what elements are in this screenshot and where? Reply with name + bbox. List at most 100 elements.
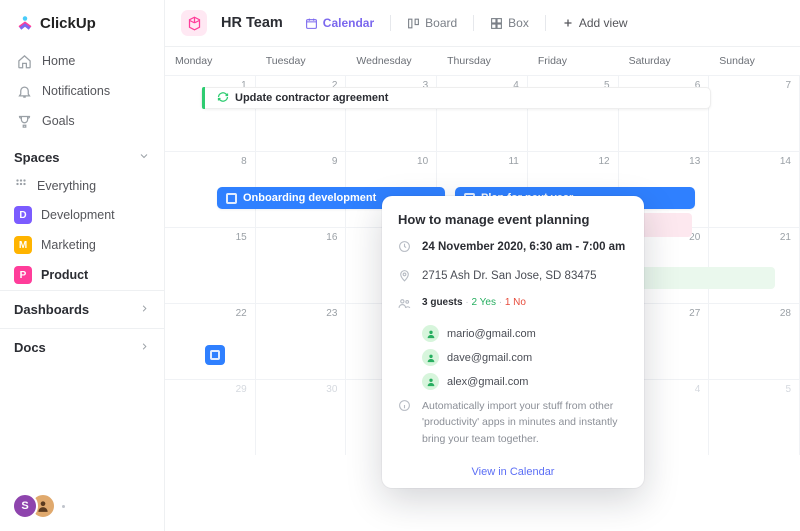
event-popover: How to manage event planning 24 November…	[382, 196, 644, 488]
sidebar-label: Goals	[42, 114, 75, 128]
tab-label: Add view	[579, 16, 628, 30]
calendar-cell[interactable]: 22	[165, 303, 256, 379]
popover-time: 24 November 2020, 6:30 am - 7:00 am	[422, 239, 625, 256]
chevron-right-icon	[139, 340, 150, 355]
sidebar: ClickUp Home Notifications Goals Spaces …	[0, 0, 165, 531]
calendar-cell[interactable]: 7	[709, 75, 800, 151]
sidebar-item-home[interactable]: Home	[6, 46, 158, 76]
popover-guests-row: 3 guests · 2 Yes · 1 No	[398, 296, 628, 316]
tab-label: Box	[508, 16, 529, 30]
sidebar-label: Home	[42, 54, 75, 68]
board-icon	[407, 17, 420, 30]
people-icon	[398, 297, 412, 316]
space-badge: D	[14, 206, 32, 224]
popover-desc-row: Automatically import your stuff from oth…	[398, 398, 628, 447]
divider	[390, 15, 391, 31]
space-badge: P	[14, 266, 32, 284]
weekday: Saturday	[619, 47, 710, 75]
popover-guest-list: mario@gmail.com dave@gmail.com alex@gmai…	[422, 325, 628, 390]
event-start-icon[interactable]	[205, 345, 225, 365]
event-contractor[interactable]: Update contractor agreement	[201, 87, 711, 109]
calendar-icon	[305, 17, 318, 30]
event-label: Onboarding development	[243, 192, 376, 204]
popover-time-row: 24 November 2020, 6:30 am - 7:00 am	[398, 239, 628, 259]
logo[interactable]: ClickUp	[0, 0, 164, 42]
calendar-cell[interactable]: 15	[165, 227, 256, 303]
checkbox-icon	[226, 193, 237, 204]
trophy-icon	[16, 113, 32, 129]
grid-icon	[14, 177, 28, 194]
sidebar-item-product[interactable]: P Product	[0, 260, 164, 290]
sidebar-item-goals[interactable]: Goals	[6, 106, 158, 136]
calendar-cell[interactable]: 14	[709, 151, 800, 227]
tab-board[interactable]: Board	[405, 12, 459, 34]
guest-email: dave@gmail.com	[447, 352, 532, 364]
avatar-icon	[422, 325, 439, 342]
guest-item[interactable]: dave@gmail.com	[422, 349, 628, 366]
team-title: HR Team	[221, 15, 283, 31]
sidebar-item-dashboards[interactable]: Dashboards	[0, 290, 164, 328]
popover-location: 2715 Ash Dr. San Jose, SD 83475	[422, 268, 597, 285]
weekday: Monday	[165, 47, 256, 75]
bell-icon	[16, 83, 32, 99]
sidebar-label: Marketing	[41, 238, 96, 252]
box-icon	[490, 17, 503, 30]
sidebar-item-marketing[interactable]: M Marketing	[0, 230, 164, 260]
location-icon	[398, 269, 412, 288]
guest-item[interactable]: alex@gmail.com	[422, 373, 628, 390]
calendar-cell[interactable]: 28	[709, 303, 800, 379]
popover-location-row: 2715 Ash Dr. San Jose, SD 83475	[398, 268, 628, 288]
guest-email: mario@gmail.com	[447, 328, 536, 340]
sidebar-label: Development	[41, 208, 115, 222]
calendar-cell[interactable]: 5	[709, 379, 800, 455]
divider	[473, 15, 474, 31]
more-icon	[62, 505, 65, 508]
brand-name: ClickUp	[40, 15, 96, 32]
avatar-icon	[422, 373, 439, 390]
sidebar-item-development[interactable]: D Development	[0, 200, 164, 230]
topbar: HR Team Calendar Board Box Add view	[165, 0, 800, 47]
clock-icon	[398, 240, 412, 259]
main: HR Team Calendar Board Box Add view Mond…	[165, 0, 800, 531]
avatar-icon	[422, 349, 439, 366]
weekday: Tuesday	[256, 47, 347, 75]
sidebar-label: Dashboards	[14, 302, 89, 317]
event-label: Update contractor agreement	[235, 92, 388, 104]
sidebar-label: Everything	[37, 179, 96, 193]
team-badge-icon	[181, 10, 207, 36]
clickup-logo-icon	[16, 14, 34, 32]
weekday: Sunday	[709, 47, 800, 75]
popover-desc: Automatically import your stuff from oth…	[422, 398, 628, 447]
spaces-label: Spaces	[14, 150, 60, 165]
weekday: Thursday	[437, 47, 528, 75]
calendar-cell[interactable]: 16	[256, 227, 347, 303]
sidebar-item-everything[interactable]: Everything	[0, 171, 164, 200]
user-avatars[interactable]: S	[0, 481, 164, 531]
home-icon	[16, 53, 32, 69]
weekday-row: Monday Tuesday Wednesday Thursday Friday…	[165, 47, 800, 75]
guest-item[interactable]: mario@gmail.com	[422, 325, 628, 342]
avatar[interactable]: S	[12, 493, 38, 519]
add-view-button[interactable]: Add view	[560, 12, 630, 34]
calendar-cell[interactable]: 21	[709, 227, 800, 303]
calendar-cell[interactable]: 29	[165, 379, 256, 455]
guest-email: alex@gmail.com	[447, 376, 528, 388]
popover-guests: 3 guests · 2 Yes · 1 No	[422, 296, 526, 311]
spaces-header[interactable]: Spaces	[0, 140, 164, 171]
calendar-cell[interactable]: 23	[256, 303, 347, 379]
recurring-icon	[217, 91, 229, 106]
tab-box[interactable]: Box	[488, 12, 531, 34]
chevron-right-icon	[139, 302, 150, 317]
sidebar-item-notifications[interactable]: Notifications	[6, 76, 158, 106]
chevron-down-icon	[138, 150, 150, 165]
tab-label: Calendar	[323, 16, 374, 30]
sidebar-label: Notifications	[42, 84, 110, 98]
sidebar-item-docs[interactable]: Docs	[0, 328, 164, 366]
calendar-cell[interactable]: 30	[256, 379, 347, 455]
divider	[545, 15, 546, 31]
plus-icon	[562, 17, 574, 29]
view-in-calendar-link[interactable]: View in Calendar	[472, 466, 555, 478]
space-badge: M	[14, 236, 32, 254]
info-icon	[398, 399, 412, 418]
tab-calendar[interactable]: Calendar	[303, 12, 376, 34]
